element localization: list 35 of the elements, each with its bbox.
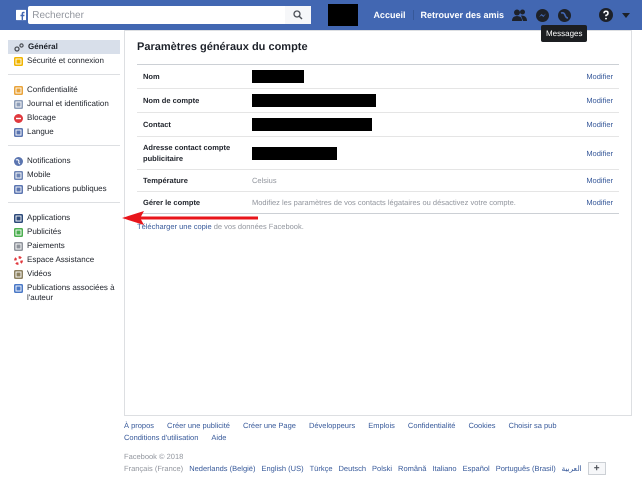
sidebar-item[interactable]: Paiements xyxy=(8,239,120,253)
redacted-block xyxy=(328,4,358,26)
lifebuoy-icon xyxy=(14,256,23,265)
tooltip: Messages xyxy=(541,25,588,42)
logo-icon[interactable] xyxy=(16,7,26,23)
sidebar-item[interactable]: Blocage xyxy=(8,111,120,125)
help-icon[interactable] xyxy=(599,8,613,22)
messenger-icon[interactable] xyxy=(536,8,549,22)
globe-icon xyxy=(14,157,23,166)
panel-title: Paramètres généraux du compte xyxy=(137,41,309,53)
no-entry-icon xyxy=(14,114,23,123)
search-field[interactable]: Rechercher xyxy=(28,6,286,24)
nav-link[interactable]: Retrouver des amis xyxy=(413,10,510,20)
redacted-block xyxy=(252,70,304,83)
sidebar-item[interactable]: Publications publiques xyxy=(8,182,120,196)
sidebar-item[interactable]: Publicités xyxy=(8,225,120,239)
sidebar-item[interactable]: Publications associées à l'auteur xyxy=(8,281,120,305)
sidebar-item[interactable]: Confidentialité xyxy=(8,83,120,97)
sidebar-item[interactable]: Vidéos xyxy=(8,267,120,281)
sidebar-item[interactable]: Applications xyxy=(8,211,120,225)
sidebar-item[interactable]: Sécurité et connexion xyxy=(8,54,120,68)
caret-icon[interactable] xyxy=(622,12,630,18)
cogs-icon xyxy=(14,43,24,52)
nav-link[interactable]: Accueil xyxy=(367,10,412,20)
sidebar-item[interactable]: Mobile xyxy=(8,168,120,182)
sidebar-item[interactable]: Général xyxy=(8,40,120,54)
sidebar-item[interactable]: Espace Assistance xyxy=(8,253,120,267)
globe-icon[interactable] xyxy=(558,8,571,22)
sidebar-item[interactable]: Notifications xyxy=(8,154,120,168)
more-languages-button[interactable]: + xyxy=(588,462,606,475)
friends-icon[interactable] xyxy=(512,9,527,21)
sidebar-item[interactable]: Journal et identification xyxy=(8,97,120,111)
search-icon xyxy=(293,10,304,20)
sidebar-item[interactable]: Langue xyxy=(8,125,120,139)
search-button[interactable] xyxy=(285,6,312,24)
